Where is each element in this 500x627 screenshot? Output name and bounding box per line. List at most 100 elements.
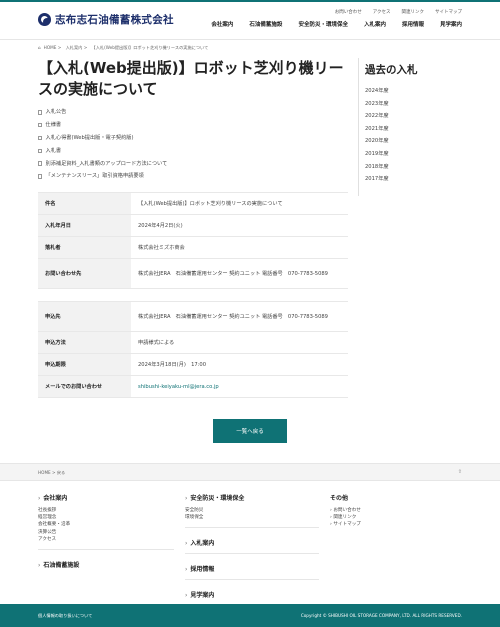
table-label: 件名: [38, 192, 131, 215]
footer-link[interactable]: 環境保全: [185, 515, 203, 520]
document-item[interactable]: 「メンテナンスリース」取引資格申請要領: [38, 170, 348, 183]
document-link[interactable]: 入札書: [46, 147, 62, 155]
util-links-link[interactable]: 関連リンク: [402, 9, 425, 15]
document-link[interactable]: 仕様書: [46, 121, 62, 129]
footer-heading[interactable]: 安全防災・環境保全: [190, 495, 244, 502]
year-link[interactable]: 2023年度: [365, 101, 389, 107]
sidebar-item-year: 2021年度: [365, 125, 464, 138]
year-link[interactable]: 2021年度: [365, 126, 389, 132]
contact-email-link[interactable]: shibushi-keiyaku-ml@jera.co.jp: [138, 384, 219, 390]
document-item[interactable]: 入札書: [38, 144, 348, 157]
util-access-link[interactable]: アクセス: [373, 9, 391, 15]
nav-bidding[interactable]: 入札案内: [364, 20, 386, 28]
bid-info-table: 件名 【入札(Web提出版)】ロボット芝刈り機リースの実施について 入札年月日 …: [38, 192, 348, 289]
sidebar-item-year: 2017年度: [365, 175, 464, 188]
sidebar-item-year: 2022年度: [365, 112, 464, 125]
year-link[interactable]: 2019年度: [365, 151, 389, 157]
footer-heading[interactable]: 採用情報: [190, 566, 214, 573]
breadcrumb-current: 【入札(Web提出版)】ロボット芝刈り機リースの実施について: [91, 45, 209, 50]
footer-breadcrumb[interactable]: HOME > 戻る: [38, 470, 65, 476]
year-link[interactable]: 2022年度: [365, 113, 389, 119]
document-item[interactable]: 入札公告: [38, 106, 348, 119]
sidebar-item-year: 2018年度: [365, 163, 464, 176]
footer-link[interactable]: 経営理念: [38, 515, 56, 520]
footer-heading[interactable]: 会社案内: [43, 495, 67, 502]
table-row: 入札年月日 2024年4月2日(火): [38, 214, 348, 237]
footer-column-other: その他 › お問い合わせ › 関連リンク › サイトマップ: [330, 493, 462, 529]
table-value: 2024年4月2日(火): [131, 214, 348, 237]
nav-safety[interactable]: 安全防災・環境保全: [298, 20, 348, 28]
footer-link[interactable]: お問い合わせ: [333, 508, 361, 513]
year-link[interactable]: 2018年度: [365, 164, 389, 170]
table-value: 株式会社ミズホ商会: [131, 236, 348, 259]
nav-facilities[interactable]: 石油備蓄施設: [249, 20, 282, 28]
table-label: 申込先: [38, 301, 131, 332]
sidebar-item-year: 2023年度: [365, 100, 464, 113]
footer-breadcrumb-bar: HOME > 戻る ⇧: [0, 463, 500, 481]
footer-column-safety: › 安全防災・環境保全 安全防災 環境保全 › 入札案内 › 採用情報 › 見学案内: [185, 493, 319, 604]
breadcrumb-separator-icon: >: [83, 45, 89, 50]
sidebar-item-year: 2019年度: [365, 150, 464, 163]
footer-link[interactable]: 会社概要・沿革: [38, 522, 70, 527]
chevron-right-icon: ›: [38, 561, 41, 569]
sidebar-item-year: 2024年度: [365, 87, 464, 100]
privacy-link[interactable]: 個人情報の取り扱いについて: [38, 613, 92, 619]
nav-recruit[interactable]: 採用情報: [402, 20, 424, 28]
footer-heading[interactable]: 石油備蓄施設: [43, 562, 79, 569]
copyright: Copyright © SHIBUSHI OIL STORAGE COMPANY…: [300, 613, 462, 618]
footer-link[interactable]: 社長挨拶: [38, 508, 56, 513]
nav-company[interactable]: 会社案内: [211, 20, 233, 28]
company-name: 志布志石油備蓄株式会社: [55, 14, 174, 26]
table-row: メールでのお問い合わせ shibushi-keiyaku-ml@jera.co.…: [38, 375, 348, 398]
breadcrumb-home[interactable]: HOME: [44, 45, 57, 50]
site-logo[interactable]: 志布志石油備蓄株式会社: [38, 12, 174, 27]
footer-link[interactable]: 安全防災: [185, 508, 203, 513]
table-value: 2024年3月18日(月) 17:00: [131, 353, 348, 376]
document-link[interactable]: 入札公告: [46, 108, 67, 116]
footer-link[interactable]: 決算公告: [38, 530, 56, 535]
page-top-icon[interactable]: ⇧: [458, 469, 462, 475]
document-item[interactable]: 仕様書: [38, 119, 348, 132]
table-row: 申込先 株式会社JERA 石油備蓄運用センター 契約ユニット 電話番号 070-…: [38, 301, 348, 332]
chevron-right-icon: ›: [185, 592, 188, 600]
document-link[interactable]: 別添補足資料_入札書類のアップロード方法について: [46, 160, 168, 168]
document-item[interactable]: 別添補足資料_入札書類のアップロード方法について: [38, 157, 348, 170]
application-table: 申込先 株式会社JERA 石油備蓄運用センター 契約ユニット 電話番号 070-…: [38, 301, 348, 398]
pdf-file-icon: [38, 148, 42, 154]
chevron-right-icon: ›: [38, 495, 41, 502]
table-row: 件名 【入札(Web提出版)】ロボット芝刈り機リースの実施について: [38, 192, 348, 215]
utility-nav: お問い合わせ アクセス 関連リンク サイトマップ: [335, 9, 462, 15]
sidebar-item-year: 2020年度: [365, 137, 464, 150]
footer-heading[interactable]: 入札案内: [190, 540, 214, 547]
document-item[interactable]: 入札心得書(Web提出版・電子契約版): [38, 132, 348, 145]
breadcrumb-separator-icon: >: [57, 45, 63, 50]
table-value: 【入札(Web提出版)】ロボット芝刈り機リースの実施について: [131, 192, 348, 215]
breadcrumb: ⌂ HOME > 入札案内 > 【入札(Web提出版)】ロボット芝刈り機リースの実…: [38, 45, 211, 51]
footer-heading[interactable]: 見学案内: [190, 592, 214, 599]
footer-bottom: 個人情報の取り扱いについて Copyright © SHIBUSHI OIL S…: [0, 604, 500, 627]
table-label: 落札者: [38, 236, 131, 259]
table-row: 落札者 株式会社ミズホ商会: [38, 236, 348, 259]
footer-heading[interactable]: その他: [330, 495, 348, 502]
util-contact-link[interactable]: お問い合わせ: [335, 9, 362, 15]
document-link[interactable]: 入札心得書(Web提出版・電子契約版): [46, 134, 134, 142]
year-link[interactable]: 2024年度: [365, 88, 389, 94]
breadcrumb-home-icon: ⌂: [38, 45, 41, 50]
table-row: 申込期限 2024年3月18日(月) 17:00: [38, 353, 348, 376]
table-label: 入札年月日: [38, 214, 131, 237]
breadcrumb-bidding[interactable]: 入札案内: [66, 45, 83, 50]
pdf-file-icon: [38, 122, 42, 128]
nav-tour[interactable]: 見学案内: [440, 20, 462, 28]
year-link[interactable]: 2020年度: [365, 138, 389, 144]
year-link[interactable]: 2017年度: [365, 176, 389, 182]
util-sitemap-link[interactable]: サイトマップ: [435, 9, 462, 15]
table-label: お問い合わせ先: [38, 258, 131, 289]
footer-link[interactable]: 関連リンク: [333, 515, 356, 520]
footer-link[interactable]: アクセス: [38, 537, 56, 542]
document-link[interactable]: 「メンテナンスリース」取引資格申請要領: [46, 172, 144, 180]
sidebar: 過去の入札 2024年度 2023年度 2022年度 2021年度 2020年度…: [358, 58, 464, 196]
footer-link[interactable]: サイトマップ: [333, 522, 361, 527]
table-row: 申込方法 申請様式による: [38, 331, 348, 354]
back-to-list-button[interactable]: 一覧へ戻る: [213, 419, 287, 443]
table-value: 株式会社JERA 石油備蓄運用センター 契約ユニット 電話番号 070-7783…: [131, 258, 348, 289]
